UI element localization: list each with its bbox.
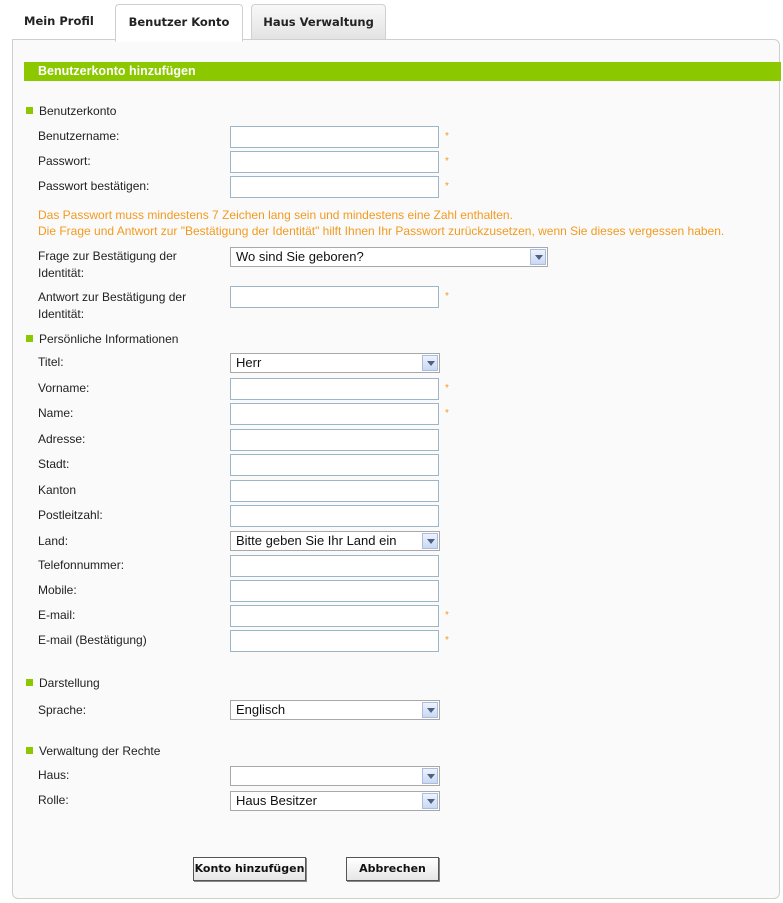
email-confirm-input[interactable] xyxy=(230,630,439,652)
section-heading-rights: Verwaltung der Rechte xyxy=(26,744,160,758)
zip-label: Postleitzahl: xyxy=(38,508,103,522)
mobile-input[interactable] xyxy=(230,580,439,602)
tab-benutzer-konto[interactable]: Benutzer Konto xyxy=(115,4,243,42)
section-heading-personal: Persönliche Informationen xyxy=(26,332,178,346)
canton-input[interactable] xyxy=(230,480,439,502)
house-label: Haus: xyxy=(38,768,70,782)
address-input[interactable] xyxy=(230,429,439,451)
mobile-label: Mobile: xyxy=(38,583,77,597)
chevron-down-icon[interactable] xyxy=(422,793,438,809)
chevron-down-icon[interactable] xyxy=(530,249,546,265)
required-marker: * xyxy=(445,635,449,646)
square-bullet-icon xyxy=(26,747,33,754)
identity-answer-label: Antwort zur Bestätigung der Identität: xyxy=(38,290,187,321)
chevron-down-icon[interactable] xyxy=(422,702,438,718)
password-hint: Das Passwort muss mindestens 7 Zeichen l… xyxy=(38,208,513,222)
square-bullet-icon xyxy=(26,679,33,686)
tab-haus-verwaltung[interactable]: Haus Verwaltung xyxy=(251,4,386,39)
house-select[interactable] xyxy=(230,766,440,786)
password-confirm-input[interactable] xyxy=(230,176,439,198)
identity-answer-input[interactable] xyxy=(230,286,439,308)
zip-input[interactable] xyxy=(230,505,439,527)
language-select[interactable]: Englisch xyxy=(230,700,440,720)
firstname-label: Vorname: xyxy=(38,381,90,395)
chevron-down-icon[interactable] xyxy=(422,355,438,371)
email-input[interactable] xyxy=(230,605,439,627)
role-label: Rolle: xyxy=(38,793,69,807)
password-confirm-label: Passwort bestätigen: xyxy=(38,179,150,193)
section-heading-display: Darstellung xyxy=(26,676,100,690)
name-input[interactable] xyxy=(230,403,439,425)
role-select[interactable]: Haus Besitzer xyxy=(230,791,440,811)
city-label: Stadt: xyxy=(38,457,70,471)
required-marker: * xyxy=(445,181,449,192)
password-input[interactable] xyxy=(230,151,439,173)
page-title: Benutzerkonto hinzufügen xyxy=(24,62,781,81)
email-label: E-mail: xyxy=(38,608,76,622)
cancel-button[interactable]: Abbrechen xyxy=(346,857,439,881)
identity-question-select[interactable]: Wo sind Sie geboren? xyxy=(230,247,548,267)
title-label: Titel: xyxy=(38,355,64,369)
firstname-input[interactable] xyxy=(230,378,439,400)
address-label: Adresse: xyxy=(38,432,86,446)
add-account-button[interactable]: Konto hinzufügen xyxy=(193,857,306,881)
username-input[interactable] xyxy=(230,126,439,148)
country-select[interactable]: Bitte geben Sie Ihr Land ein xyxy=(230,531,440,551)
tab-mein-profil[interactable]: Mein Profil xyxy=(24,4,104,38)
identity-hint: Die Frage und Antwort zur "Bestätigung d… xyxy=(38,224,725,238)
required-marker: * xyxy=(445,383,449,394)
required-marker: * xyxy=(445,610,449,621)
email-confirm-label: E-mail (Bestätigung) xyxy=(38,633,147,647)
phone-label: Telefonnummer: xyxy=(38,558,125,572)
country-label: Land: xyxy=(38,534,69,548)
username-label: Benutzername: xyxy=(38,129,120,143)
title-select[interactable]: Herr xyxy=(230,353,440,373)
language-label: Sprache: xyxy=(38,703,87,717)
required-marker: * xyxy=(445,156,449,167)
city-input[interactable] xyxy=(230,454,439,476)
password-label: Passwort: xyxy=(38,154,91,168)
required-marker: * xyxy=(445,131,449,142)
identity-question-label: Frage zur Bestätigung der Identität: xyxy=(38,249,177,280)
required-marker: * xyxy=(445,408,449,419)
phone-input[interactable] xyxy=(230,555,439,577)
square-bullet-icon xyxy=(26,107,33,114)
chevron-down-icon[interactable] xyxy=(422,533,438,549)
required-marker: * xyxy=(445,291,449,302)
canton-label: Kanton xyxy=(38,483,77,497)
chevron-down-icon[interactable] xyxy=(422,768,438,784)
section-heading-account: Benutzerkonto xyxy=(26,104,116,118)
name-label: Name: xyxy=(38,406,74,420)
square-bullet-icon xyxy=(26,335,33,342)
